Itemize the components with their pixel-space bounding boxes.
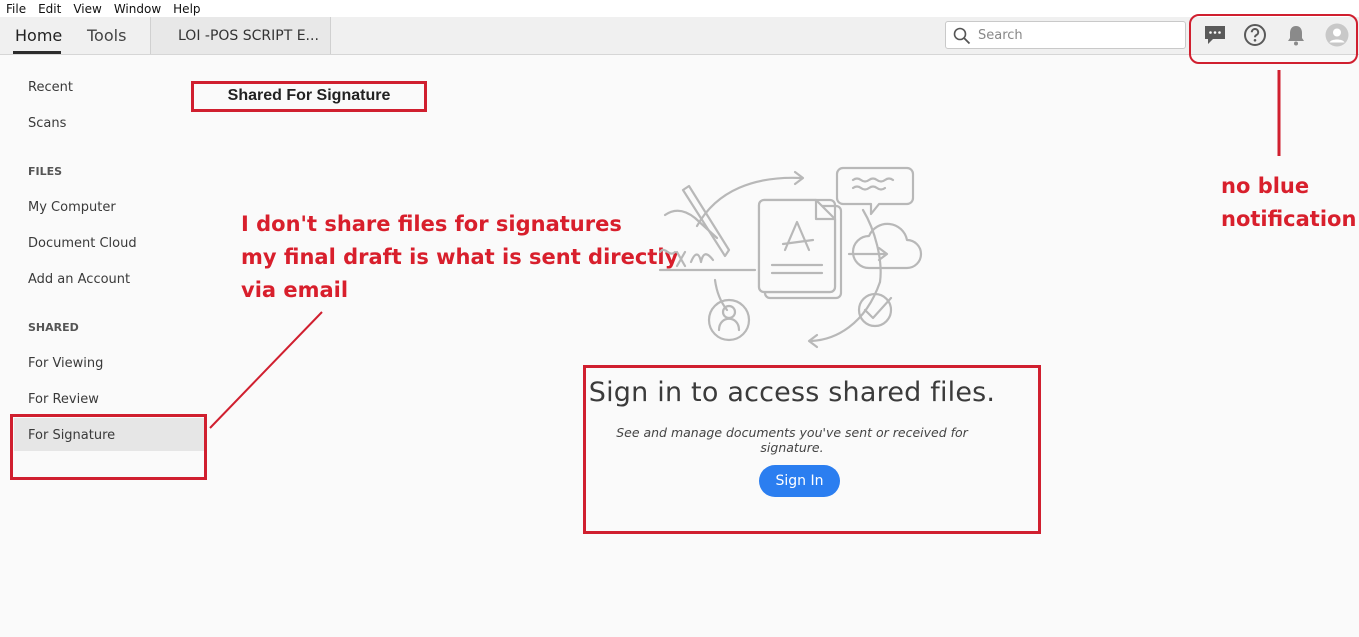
signin-subtitle: See and manage documents you've sent or … — [616, 425, 968, 455]
search-box[interactable] — [945, 21, 1186, 49]
sidebar-heading-shared: SHARED — [28, 321, 79, 334]
tab-home[interactable]: Home — [15, 17, 62, 54]
annotation-right-line-2: notification — [1221, 207, 1357, 231]
menu-window[interactable]: Window — [108, 2, 167, 16]
annotation-text-right: no blue notification — [1221, 170, 1356, 236]
sidebar-item-add-account[interactable]: Add an Account — [28, 272, 130, 287]
menu-help[interactable]: Help — [167, 2, 206, 16]
annotation-left-line-3: via email — [241, 278, 349, 302]
annotation-right-line-1: no blue — [1221, 174, 1310, 198]
tab-tools[interactable]: Tools — [87, 17, 126, 54]
signin-panel: Sign in to access shared files. See and … — [583, 365, 1041, 534]
shared-documents-illustration — [658, 166, 923, 349]
sidebar-heading-files: FILES — [28, 165, 63, 178]
menu-bar: File Edit View Window Help — [0, 0, 1359, 17]
annotation-box-top-icons — [1189, 14, 1358, 64]
sidebar-item-for-viewing[interactable]: For Viewing — [28, 356, 103, 371]
annotation-text-left: I don't share files for signatures my fi… — [241, 208, 678, 307]
menu-view[interactable]: View — [67, 2, 107, 16]
search-input[interactable] — [978, 25, 1178, 45]
sidebar-item-scans[interactable]: Scans — [28, 116, 66, 131]
tab-bar: Home Tools LOI -POS SCRIPT E... — [0, 17, 1359, 55]
sidebar-item-for-review[interactable]: For Review — [28, 392, 99, 407]
menu-edit[interactable]: Edit — [32, 2, 67, 16]
annotation-left-line-1: I don't share files for signatures — [241, 212, 622, 236]
annotation-line-left — [209, 311, 323, 429]
sign-in-button[interactable]: Sign In — [759, 465, 840, 497]
sidebar-item-my-computer[interactable]: My Computer — [28, 200, 116, 215]
search-icon — [953, 27, 971, 45]
active-tab-indicator — [13, 51, 61, 54]
sidebar-item-recent[interactable]: Recent — [28, 80, 73, 95]
page-title: Shared For Signature — [191, 81, 427, 112]
sidebar-item-document-cloud[interactable]: Document Cloud — [28, 236, 137, 251]
signin-title: Sign in to access shared files. — [588, 377, 996, 408]
tab-document[interactable]: LOI -POS SCRIPT E... — [150, 17, 331, 54]
menu-file[interactable]: File — [0, 2, 32, 16]
annotation-box-for-signature — [10, 414, 207, 480]
sidebar: Recent Scans FILES My Computer Document … — [0, 56, 210, 637]
annotation-left-line-2: my final draft is what is sent directly — [241, 245, 679, 269]
